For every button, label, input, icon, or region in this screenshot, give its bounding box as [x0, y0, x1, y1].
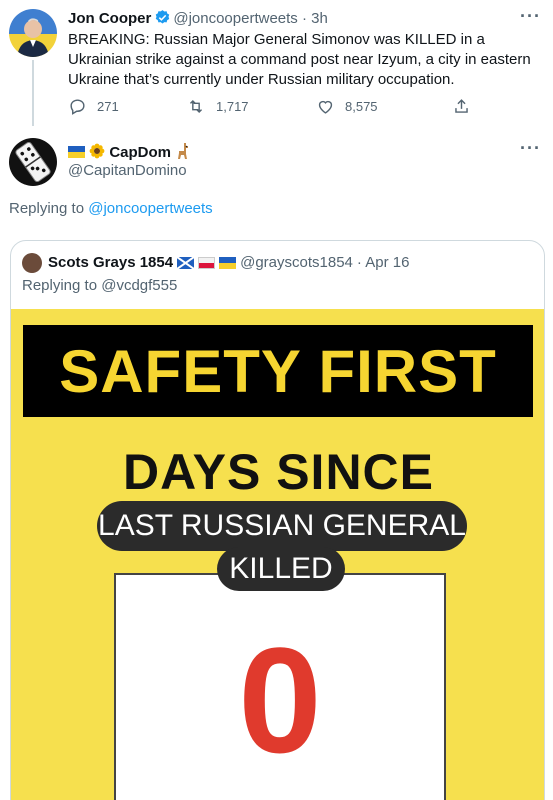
author-handle[interactable]: @joncoopertweets [173, 10, 297, 27]
quoted-image-safety-sign[interactable]: SAFETY FIRST DAYS SINCE LAST RUSSIAN GEN… [11, 309, 544, 800]
reply-more-icon[interactable]: ··· [520, 138, 541, 159]
like-count: 8,575 [345, 99, 378, 114]
replying-to-link[interactable]: @joncoopertweets [88, 200, 212, 217]
reply-author-header: CapDom [68, 142, 191, 164]
more-icon[interactable]: ··· [520, 6, 541, 27]
tweet-actions: 271 1,717 8,575 [68, 97, 468, 117]
reply-icon [68, 97, 87, 116]
sign-banner-text: SAFETY FIRST [59, 337, 497, 405]
author-name[interactable]: Jon Cooper [68, 10, 151, 27]
scotland-flag-icon [177, 256, 195, 269]
tweet-header: Jon Cooper @joncoopertweets · 3h [68, 9, 328, 30]
retweet-count: 1,717 [216, 99, 249, 114]
tweet-text: BREAKING: Russian Major General Simonov … [68, 31, 531, 88]
quoted-tweet-card[interactable]: Scots Grays 1854 @grayscots1854 · Apr 16… [10, 240, 545, 800]
replying-prefix: Replying to [9, 200, 85, 217]
reply-count: 271 [97, 99, 119, 114]
quoted-author-handle[interactable]: @grayscots1854 [240, 254, 353, 271]
replying-to: Replying to @joncoopertweets [9, 200, 213, 217]
ukraine-flag-icon [68, 146, 85, 158]
verified-badge-icon [154, 9, 171, 30]
sign-line1: LAST RUSSIAN GENERAL [97, 501, 467, 551]
quoted-replying-to: Replying to @vcdgf555 [22, 277, 178, 294]
like-icon [316, 97, 335, 116]
tweet-joncooper[interactable]: Jon Cooper @joncoopertweets · 3h ··· BREA… [0, 0, 553, 130]
ukraine-flag-icon [219, 256, 237, 269]
like-button[interactable]: 8,575 [316, 97, 378, 116]
llama-icon [175, 142, 191, 164]
avatar-joncooper[interactable] [9, 9, 57, 57]
sign-days-since: DAYS SINCE [122, 444, 435, 500]
sign-line2: KILLED [217, 547, 345, 591]
retweet-icon [186, 97, 206, 116]
avatar-capdom[interactable] [9, 138, 57, 186]
quoted-avatar[interactable] [22, 253, 42, 273]
sign-counter-box: 0 [114, 573, 446, 800]
sign-banner: SAFETY FIRST [23, 325, 533, 417]
thread-line [32, 60, 34, 126]
reply-author-name[interactable]: CapDom [109, 144, 171, 161]
reply-button[interactable]: 271 [68, 97, 119, 116]
share-button[interactable] [452, 97, 471, 116]
share-icon [452, 97, 471, 116]
sign-counter-value: 0 [238, 616, 322, 784]
quoted-author-name[interactable]: Scots Grays 1854 [48, 254, 173, 271]
sunflower-icon [89, 143, 105, 163]
quoted-date[interactable]: · Apr 16 [357, 254, 410, 271]
poland-flag-icon [198, 256, 216, 269]
reply-author-handle[interactable]: @CapitanDomino [68, 162, 187, 179]
retweet-button[interactable]: 1,717 [186, 97, 249, 116]
quoted-header: Scots Grays 1854 @grayscots1854 · Apr 16 [48, 254, 409, 271]
tweet-time[interactable]: · 3h [302, 10, 328, 27]
